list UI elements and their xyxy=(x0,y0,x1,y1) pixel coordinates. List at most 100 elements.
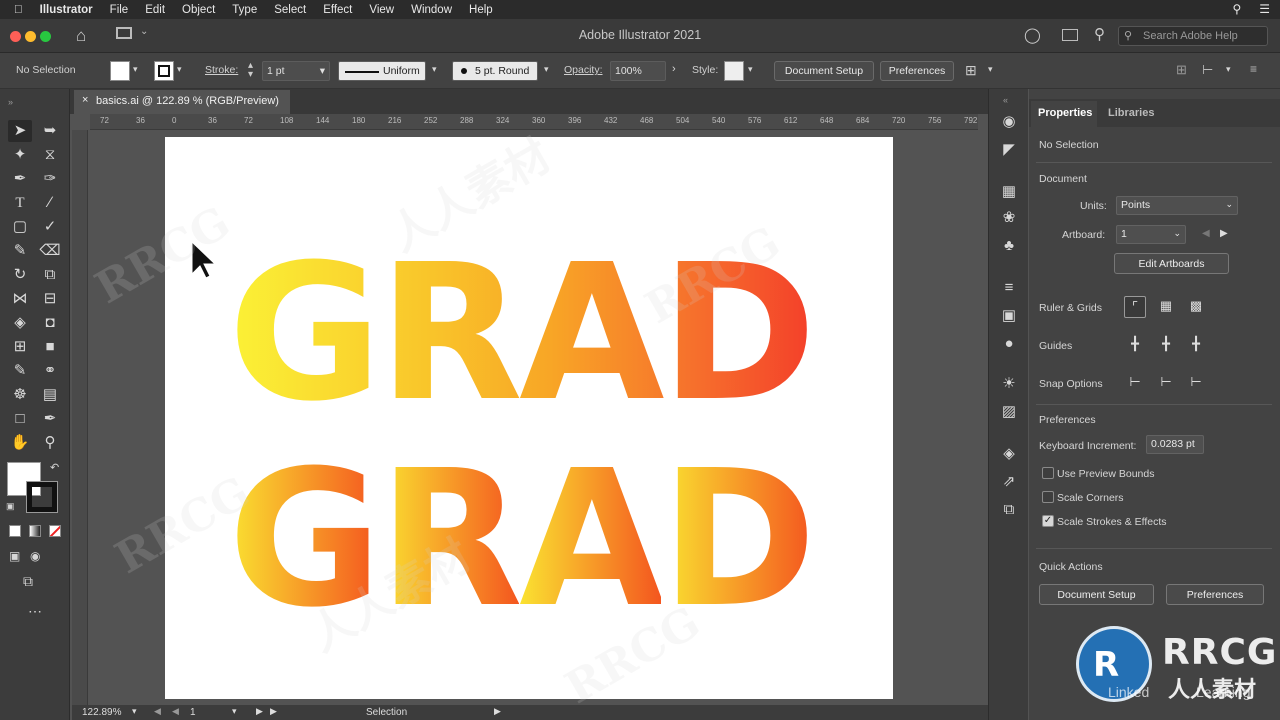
mesh-tool-icon[interactable]: ⊞ xyxy=(8,336,32,358)
gradient-mode-icon[interactable] xyxy=(29,525,41,537)
menu-object[interactable]: Object xyxy=(182,4,215,16)
menu-type[interactable]: Type xyxy=(232,4,257,16)
chevron-down-icon[interactable]: ▾ xyxy=(432,64,437,75)
eraser-tool-icon[interactable]: ⌫ xyxy=(38,240,62,262)
chevron-down-icon[interactable]: ▾ xyxy=(544,64,549,75)
collapse-panel-icon[interactable]: » xyxy=(8,97,13,107)
menu-view[interactable]: View xyxy=(369,4,394,16)
align-icon[interactable]: ⊞ xyxy=(1176,62,1187,78)
live-paint-bucket-tool-icon[interactable]: ◘ xyxy=(38,312,62,334)
chevron-down-icon[interactable]: ▾ xyxy=(1226,64,1231,75)
share-icon[interactable]: ◯ xyxy=(1024,26,1041,44)
quick-preferences-button[interactable]: Preferences xyxy=(1166,584,1264,605)
slice-tool-icon[interactable]: ✒ xyxy=(38,408,62,430)
spotlight-search-icon[interactable]: ⚲ xyxy=(1232,2,1241,16)
horizontal-ruler[interactable]: 72 36 0 36 72 108 144 180 216 252 288 324 360 396 432 4… xyxy=(90,114,978,130)
zoom-tool-icon[interactable]: ⚲ xyxy=(38,432,62,454)
opacity-field[interactable]: 100% xyxy=(610,61,666,81)
artboard-number-field[interactable]: 1 xyxy=(190,707,196,718)
chevron-right-icon[interactable]: › xyxy=(672,63,676,75)
screen-mode-icon[interactable]: ⧉ xyxy=(23,573,33,590)
graphic-style-swatch[interactable] xyxy=(724,61,744,81)
stroke-color-icon[interactable] xyxy=(26,481,58,513)
vertical-ruler[interactable] xyxy=(72,130,88,705)
lightbulb-icon[interactable]: ⚲ xyxy=(1094,25,1105,43)
opacity-label[interactable]: Opacity: xyxy=(564,64,603,76)
document-tab[interactable]: × basics.ai @ 122.89 % (RGB/Preview) xyxy=(74,90,290,114)
quick-document-setup-button[interactable]: Document Setup xyxy=(1039,584,1154,605)
hand-tool-icon[interactable]: ✋ xyxy=(8,432,32,454)
snap-to-point-icon[interactable]: ⊢ xyxy=(1124,372,1146,394)
artboard-select[interactable]: 1 ⌄ xyxy=(1116,225,1186,244)
artboard-tool-icon[interactable]: □ xyxy=(8,408,32,430)
width-tool-icon[interactable]: ⋈ xyxy=(8,288,32,310)
column-graph-tool-icon[interactable]: ▤ xyxy=(38,384,62,406)
fill-swatch[interactable] xyxy=(110,61,130,81)
edit-toolbar-icon[interactable]: ⋯ xyxy=(28,603,42,620)
current-tool-status[interactable]: Selection xyxy=(366,707,407,718)
previous-artboard-icon[interactable]: ◀ xyxy=(1202,228,1210,239)
paintbrush-tool-icon[interactable]: ✓ xyxy=(38,216,62,238)
control-center-icon[interactable]: ☰ xyxy=(1259,2,1270,16)
swatches-icon[interactable]: ▦ xyxy=(997,181,1021,203)
search-adobe-help-input[interactable]: Search Adobe Help xyxy=(1118,26,1268,46)
gradient-panel-icon[interactable]: ▣ xyxy=(997,305,1021,327)
blend-tool-icon[interactable]: ⚭ xyxy=(38,360,62,382)
app-menu[interactable]: Illustrator xyxy=(40,4,93,16)
next-artboard-icon[interactable]: ▶ xyxy=(1220,228,1228,239)
stroke-stepper[interactable]: ▴ ▾ xyxy=(248,61,253,80)
appearance-icon[interactable]: ☀ xyxy=(997,373,1021,395)
type-tool-icon[interactable]: T xyxy=(8,192,32,214)
free-transform-tool-icon[interactable]: ⊟ xyxy=(38,288,62,310)
last-artboard-icon[interactable]: ▶ xyxy=(270,706,277,717)
chevron-down-icon[interactable]: ▾ xyxy=(177,64,182,75)
scale-tool-icon[interactable]: ⧉ xyxy=(38,264,62,286)
default-fill-stroke-icon[interactable]: ▣ xyxy=(6,501,15,512)
tab-libraries[interactable]: Libraries xyxy=(1108,107,1154,119)
next-artboard-icon[interactable]: ▶ xyxy=(256,706,263,717)
magic-wand-tool-icon[interactable]: ✦ xyxy=(8,144,32,166)
rulers-icon[interactable]: ⌜ xyxy=(1124,296,1146,318)
snap-to-pixel-icon[interactable]: ⊢ xyxy=(1155,372,1177,394)
apple-menu-icon[interactable]:  xyxy=(14,4,23,16)
tab-properties[interactable]: Properties xyxy=(1038,107,1092,119)
preferences-button[interactable]: Preferences xyxy=(880,61,954,81)
menu-effect[interactable]: Effect xyxy=(323,4,352,16)
grid-icon[interactable]: ▦ xyxy=(1155,296,1177,318)
direct-selection-tool-icon[interactable]: ➥ xyxy=(38,120,62,142)
stroke-label[interactable]: Stroke: xyxy=(205,64,238,76)
menu-edit[interactable]: Edit xyxy=(145,4,165,16)
transparency-icon[interactable]: ● xyxy=(997,333,1021,355)
use-preview-bounds-checkbox[interactable] xyxy=(1042,467,1054,479)
menu-help[interactable]: Help xyxy=(469,4,493,16)
stroke-swatch[interactable] xyxy=(154,61,174,81)
lasso-tool-icon[interactable]: ⧖ xyxy=(38,144,62,166)
chevron-down-icon[interactable]: ▾ xyxy=(988,64,993,75)
gradient-tool-icon[interactable]: ■ xyxy=(38,336,62,358)
arrange-documents-icon[interactable] xyxy=(1062,29,1078,41)
color-guide-icon[interactable]: ◉ xyxy=(997,111,1021,133)
zoom-level-field[interactable]: 122.89% xyxy=(82,707,121,718)
symbol-sprayer-tool-icon[interactable]: ☸ xyxy=(8,384,32,406)
snap-to-glyph-icon[interactable]: ⊢ xyxy=(1185,372,1207,394)
draw-behind-icon[interactable]: ◉ xyxy=(30,549,40,563)
symbols-icon[interactable]: ♣ xyxy=(997,235,1021,257)
transparency-grid-icon[interactable]: ▩ xyxy=(1185,296,1207,318)
transform-icon[interactable]: ⊞ xyxy=(965,62,977,79)
menu-file[interactable]: File xyxy=(110,4,129,16)
lock-guides-icon[interactable]: ╋ xyxy=(1155,334,1177,356)
menu-window[interactable]: Window xyxy=(411,4,452,16)
chevron-down-icon[interactable]: ▾ xyxy=(232,706,237,717)
close-tab-icon[interactable]: × xyxy=(82,94,88,106)
chevron-down-icon[interactable]: ▾ xyxy=(133,64,138,75)
shape-builder-tool-icon[interactable]: ◈ xyxy=(8,312,32,334)
expand-panels-icon[interactable]: « xyxy=(1003,95,1008,105)
rectangle-tool-icon[interactable]: ▢ xyxy=(8,216,32,238)
eyedropper-tool-icon[interactable]: ✎ xyxy=(8,360,32,382)
variable-width-profile-select[interactable]: Uniform xyxy=(338,61,426,81)
shaper-tool-icon[interactable]: ✎ xyxy=(8,240,32,262)
stroke-weight-field[interactable]: 1 pt ▾ xyxy=(262,61,330,81)
selection-tool-icon[interactable]: ➤ xyxy=(8,120,32,142)
first-artboard-icon[interactable]: ◀ xyxy=(154,706,161,717)
color-mode-icon[interactable] xyxy=(9,525,21,537)
